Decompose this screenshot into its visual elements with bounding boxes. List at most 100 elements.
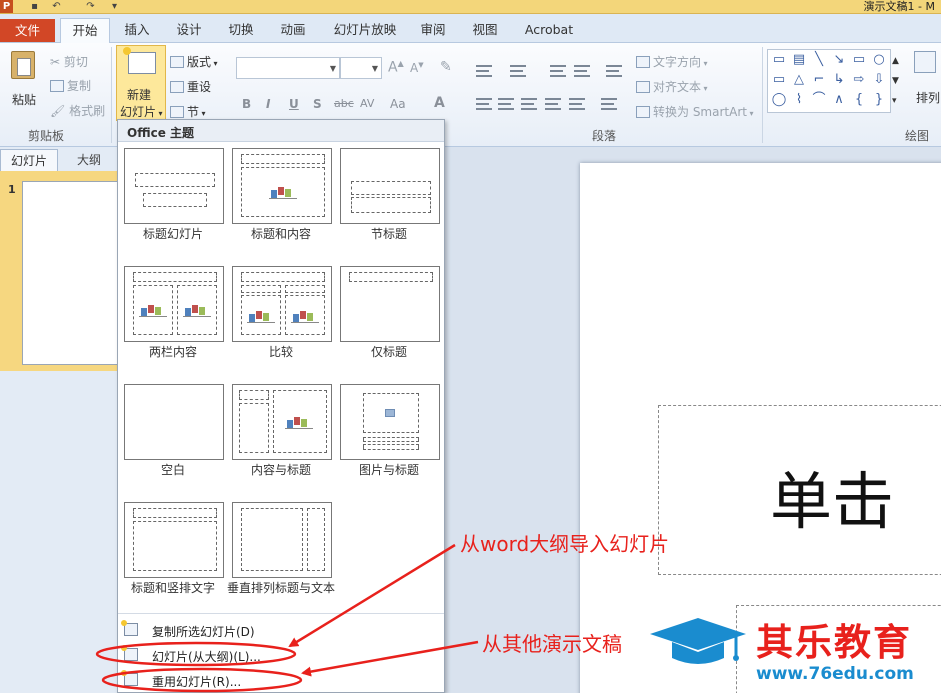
save-icon[interactable]: ▪ bbox=[28, 0, 41, 13]
strikethrough-button[interactable]: abc bbox=[334, 97, 354, 110]
justify-icon[interactable] bbox=[545, 98, 561, 110]
tab-home[interactable]: 开始 bbox=[60, 18, 110, 44]
increase-indent-icon[interactable] bbox=[574, 65, 590, 77]
layout-label: 比较 bbox=[268, 345, 293, 359]
numbering-icon[interactable] bbox=[510, 65, 526, 77]
convert-to-smartart-button[interactable]: 转换为 SmartArt ▾ bbox=[636, 103, 754, 120]
section-button[interactable]: 节 ▾ bbox=[170, 103, 206, 120]
align-text-button[interactable]: 对齐文本 ▾ bbox=[636, 78, 708, 95]
reset-button[interactable]: 重设 bbox=[170, 78, 211, 95]
powerpoint-app-icon[interactable]: P bbox=[0, 0, 13, 13]
shape-curve-icon[interactable]: ⌒ bbox=[810, 92, 828, 108]
tab-review[interactable]: 审阅 bbox=[416, 18, 450, 43]
shape-down-arrow-icon[interactable]: ⇩ bbox=[870, 72, 888, 88]
columns-icon[interactable] bbox=[601, 98, 617, 110]
reset-label: 重设 bbox=[187, 80, 212, 94]
shape-left-brace-icon[interactable]: { bbox=[850, 92, 868, 108]
layout-thumbnail bbox=[232, 502, 332, 578]
watermark: 其乐教育 www.76edu.com bbox=[648, 612, 941, 693]
title-bar: P ▪ ↶ ↷ ▾ 演示文稿1 - M bbox=[0, 0, 941, 14]
undo-icon[interactable]: ↶ bbox=[50, 0, 63, 13]
graduation-cap-icon bbox=[650, 618, 746, 664]
distributed-icon[interactable] bbox=[569, 98, 585, 110]
decrease-indent-icon[interactable] bbox=[550, 65, 566, 77]
character-spacing-button[interactable]: AV bbox=[360, 97, 374, 110]
new-slide-label-text: 幻灯片 bbox=[120, 105, 157, 119]
customize-quick-access-icon[interactable]: ▾ bbox=[108, 0, 121, 13]
shape-arrow-line-icon[interactable]: ↘ bbox=[830, 52, 848, 68]
copy-button[interactable]: 复制 bbox=[50, 77, 91, 94]
align-center-icon[interactable] bbox=[498, 98, 514, 110]
shape-rectangle-icon[interactable]: ▭ bbox=[850, 52, 868, 68]
shape-oval-icon[interactable]: ○ bbox=[870, 52, 888, 68]
smartart-label: 转换为 SmartArt bbox=[653, 105, 747, 119]
shape-freeform-icon[interactable]: ⌇ bbox=[790, 92, 808, 108]
cut-button[interactable]: ✂ 剪切 bbox=[50, 53, 88, 70]
tab-slideshow[interactable]: 幻灯片放映 bbox=[330, 18, 400, 43]
layout-label: 两栏内容 bbox=[148, 345, 197, 359]
shapes-gallery[interactable]: ▭ ▤ ╲ ↘ ▭ ○ ▭ △ ⌐ ↳ ⇨ ⇩ ◯ ⌇ ⌒ ∧ { } bbox=[767, 49, 891, 113]
shape-arc-icon[interactable]: ◯ bbox=[770, 92, 788, 108]
drawing-group-label: 绘图 bbox=[905, 129, 930, 143]
chevron-down-icon: ▾ bbox=[701, 84, 708, 93]
shape-textbox-icon[interactable]: ▭ bbox=[770, 52, 788, 68]
layout-thumbnail bbox=[232, 148, 332, 224]
format-painter-button[interactable]: 🖌 格式刷 bbox=[50, 102, 105, 119]
new-slide-button[interactable]: 新建 幻灯片 ▾ bbox=[116, 45, 166, 121]
shape-caret-icon[interactable]: ∧ bbox=[830, 92, 848, 108]
arrange-button[interactable]: 排列 bbox=[908, 47, 941, 123]
italic-button[interactable]: I bbox=[266, 97, 270, 111]
align-left-icon[interactable] bbox=[476, 98, 492, 110]
tab-animations[interactable]: 动画 bbox=[276, 18, 310, 43]
tab-view[interactable]: 视图 bbox=[468, 18, 502, 43]
text-shadow-button[interactable]: S bbox=[313, 97, 322, 111]
tab-transitions[interactable]: 切换 bbox=[224, 18, 258, 43]
shape-vertical-textbox-icon[interactable]: ▤ bbox=[790, 52, 808, 68]
clear-formatting-button[interactable]: ✎ bbox=[440, 59, 452, 75]
redo-icon[interactable]: ↷ bbox=[84, 0, 97, 13]
reuse-slides-item[interactable]: 重用幻灯片(R)... bbox=[118, 668, 444, 692]
shape-triangle-icon[interactable]: △ bbox=[790, 72, 808, 88]
paste-button[interactable]: 粘贴 bbox=[6, 47, 42, 123]
font-color-button[interactable]: A bbox=[434, 95, 445, 111]
shape-elbow-arrow-icon[interactable]: ↳ bbox=[830, 72, 848, 88]
tab-outline-pane[interactable]: 大纲 bbox=[60, 149, 118, 171]
copy-label: 复制 bbox=[67, 79, 92, 93]
line-spacing-icon[interactable] bbox=[606, 65, 622, 77]
shape-right-brace-icon[interactable]: } bbox=[870, 92, 888, 108]
layout-label: 内容与标题 bbox=[250, 463, 311, 477]
shape-right-arrow-icon[interactable]: ⇨ bbox=[850, 72, 868, 88]
duplicate-selected-slides-item[interactable]: 复制所选幻灯片(D) bbox=[118, 618, 444, 642]
grow-font-icon: A bbox=[388, 59, 398, 76]
align-text-icon bbox=[636, 81, 650, 93]
tab-insert[interactable]: 插入 bbox=[120, 18, 154, 43]
slide-number: 1 bbox=[8, 183, 16, 196]
shape-rounded-rect-icon[interactable]: ▭ bbox=[770, 72, 788, 88]
tab-file[interactable]: 文件 bbox=[0, 19, 55, 42]
shape-line-icon[interactable]: ╲ bbox=[810, 52, 828, 68]
bold-button[interactable]: B bbox=[242, 97, 251, 111]
layout-button[interactable]: 版式 ▾ bbox=[170, 53, 218, 70]
shape-elbow-connector-icon[interactable]: ⌐ bbox=[810, 72, 828, 88]
font-name-combo[interactable]: ▼ bbox=[236, 57, 340, 79]
grow-font-button[interactable]: A▲ bbox=[388, 59, 404, 76]
tab-acrobat[interactable]: Acrobat bbox=[522, 18, 576, 43]
shapes-gallery-scroll[interactable]: ▲ ▼ ▾ bbox=[892, 51, 899, 111]
bullets-icon[interactable] bbox=[476, 65, 492, 77]
slides-from-outline-item[interactable]: 幻灯片(从大纲)(L)... bbox=[118, 643, 444, 667]
tab-slides-pane[interactable]: 幻灯片 bbox=[0, 149, 58, 171]
change-case-button[interactable]: Aa bbox=[390, 97, 406, 111]
align-right-icon[interactable] bbox=[521, 98, 537, 110]
layout-thumbnail bbox=[340, 266, 440, 342]
tab-design[interactable]: 设计 bbox=[172, 18, 206, 43]
watermark-title: 其乐教育 bbox=[756, 621, 912, 664]
text-direction-button[interactable]: 文字方向 ▾ bbox=[636, 53, 708, 70]
font-size-combo[interactable]: ▼ bbox=[340, 57, 382, 79]
shrink-font-button[interactable]: A▼ bbox=[410, 61, 424, 75]
layout-label: 标题和内容 bbox=[250, 227, 311, 241]
slide-thumbnail[interactable] bbox=[22, 181, 122, 365]
layout-label: 垂直排列标题与文本 bbox=[226, 581, 335, 595]
underline-button[interactable]: U bbox=[289, 97, 299, 111]
selected-slide-area: 1 bbox=[0, 171, 123, 371]
dropdown-header: Office 主题 bbox=[118, 120, 444, 142]
